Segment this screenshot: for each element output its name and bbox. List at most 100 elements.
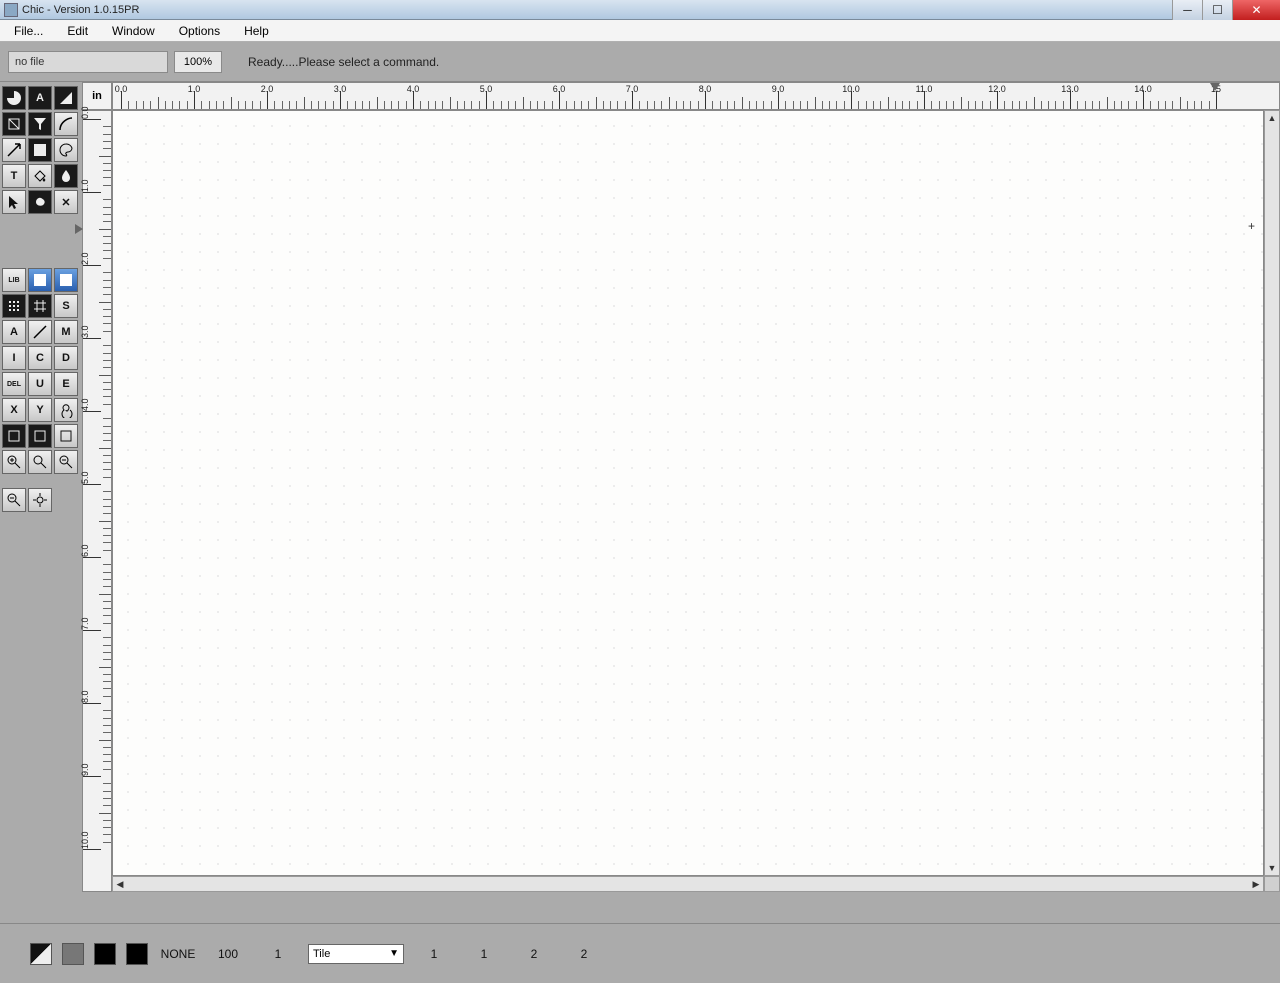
- drawing-canvas[interactable]: +: [112, 110, 1264, 876]
- vertical-scrollbar[interactable]: ▲ ▼: [1264, 110, 1280, 876]
- maximize-button[interactable]: ☐: [1202, 0, 1232, 20]
- d-button[interactable]: D: [54, 346, 78, 370]
- a-button[interactable]: A: [2, 320, 26, 344]
- s-button[interactable]: S: [54, 294, 78, 318]
- u-button[interactable]: U: [28, 372, 52, 396]
- pie-tool-icon[interactable]: [2, 86, 26, 110]
- c-button[interactable]: C: [28, 346, 52, 370]
- ruler-v-label: 7.0: [80, 617, 90, 630]
- app-icon: [4, 3, 18, 17]
- gradient-button[interactable]: [28, 268, 52, 292]
- ruler-h-label: 11.0: [916, 84, 933, 94]
- menu-edit[interactable]: Edit: [57, 22, 98, 40]
- ruler-v-label: 4.0: [80, 398, 90, 411]
- menu-bar: File... Edit Window Options Help: [0, 20, 1280, 42]
- none-label: NONE: [158, 947, 198, 961]
- bottom-val-5: 2: [514, 947, 554, 961]
- zoom-reset-button[interactable]: [28, 450, 52, 474]
- ruler-h-label: 13.0: [1061, 84, 1079, 94]
- scroll-left-icon[interactable]: ◀: [113, 877, 127, 891]
- right-triangle-tool-icon[interactable]: [54, 86, 78, 110]
- spiral-button[interactable]: [54, 398, 78, 422]
- status-text: Ready.....Please select a command.: [248, 55, 439, 69]
- ruler-h-label: 9.0: [772, 84, 785, 94]
- menu-help[interactable]: Help: [234, 22, 279, 40]
- toolbox: A T ✕ LIB S A M ICD DELUE XY: [0, 82, 82, 892]
- palette-tool-icon[interactable]: [54, 138, 78, 162]
- ruler-h-label: 1.0: [188, 84, 201, 94]
- text-a-tool-icon[interactable]: A: [28, 86, 52, 110]
- lib-button[interactable]: LIB: [2, 268, 26, 292]
- fill-square-tool-icon[interactable]: [28, 138, 52, 162]
- ruler-v-marker-icon[interactable]: [75, 224, 83, 234]
- ruler-h-label: 8.0: [699, 84, 712, 94]
- scroll-down-icon[interactable]: ▼: [1265, 861, 1279, 875]
- bottom-val-1: 100: [208, 947, 248, 961]
- minimize-button[interactable]: ─: [1172, 0, 1202, 20]
- window-title: Chic - Version 1.0.15PR: [22, 4, 139, 16]
- scroll-right-icon[interactable]: ▶: [1249, 877, 1263, 891]
- icon3-button[interactable]: [54, 424, 78, 448]
- grid-hash-button[interactable]: [28, 294, 52, 318]
- filename-field[interactable]: no file: [8, 51, 168, 73]
- ruler-v-label: 5.0: [80, 471, 90, 484]
- zoom-out-button[interactable]: [54, 450, 78, 474]
- close-button[interactable]: ✕: [1232, 0, 1280, 20]
- funnel-tool-icon[interactable]: [28, 112, 52, 136]
- curve-tool-icon[interactable]: [54, 112, 78, 136]
- scroll-corner: [1264, 876, 1280, 892]
- ruler-h-label: 2.0: [261, 84, 274, 94]
- y-button[interactable]: Y: [28, 398, 52, 422]
- bottom-val-2: 1: [258, 947, 298, 961]
- ruler-h-label: 10.0: [842, 84, 860, 94]
- ruler-h-label: 3.0: [334, 84, 347, 94]
- ruler-v-label: 0.0: [80, 106, 90, 119]
- menu-file[interactable]: File...: [4, 22, 53, 40]
- menu-options[interactable]: Options: [169, 22, 230, 40]
- info-bar: no file 100% Ready.....Please select a c…: [0, 42, 1280, 82]
- del-button[interactable]: DEL: [2, 372, 26, 396]
- blob-tool-icon[interactable]: [28, 190, 52, 214]
- ruler-h-marker-icon[interactable]: [1210, 83, 1220, 91]
- chevron-down-icon: ▼: [389, 948, 399, 959]
- scissors-tool-icon[interactable]: ✕: [54, 190, 78, 214]
- ruler-vertical[interactable]: 0.01.02.03.04.05.06.07.08.09.010.0: [82, 110, 112, 892]
- zoom-minus-button[interactable]: [2, 488, 26, 512]
- swatch-fg-icon[interactable]: [94, 943, 116, 965]
- pointer-tool-icon[interactable]: [2, 190, 26, 214]
- tile-dropdown[interactable]: Tile ▼: [308, 944, 404, 964]
- bucket-tool-icon[interactable]: [28, 164, 52, 188]
- ruler-v-label: 8.0: [80, 690, 90, 703]
- scroll-up-icon[interactable]: ▲: [1265, 111, 1279, 125]
- grid-dot-button[interactable]: [2, 294, 26, 318]
- ruler-v-label: 6.0: [80, 544, 90, 557]
- drop-tool-icon[interactable]: [54, 164, 78, 188]
- arrow-tool-icon[interactable]: [2, 138, 26, 162]
- menu-window[interactable]: Window: [102, 22, 165, 40]
- icon1-button[interactable]: [2, 424, 26, 448]
- swatch-gray-icon[interactable]: [62, 943, 84, 965]
- x-button[interactable]: X: [2, 398, 26, 422]
- tool-grid-secondary: LIB S A M ICD DELUE XY: [2, 268, 78, 474]
- tile-dropdown-label: Tile: [313, 948, 330, 960]
- i-button[interactable]: I: [2, 346, 26, 370]
- ruler-horizontal[interactable]: 0.01.02.03.04.05.06.07.08.09.010.011.012…: [112, 82, 1280, 110]
- bottom-val-6: 2: [564, 947, 604, 961]
- shape-tool-icon[interactable]: [2, 112, 26, 136]
- ruler-h-label: 7.0: [626, 84, 639, 94]
- solid-blue-button[interactable]: [54, 268, 78, 292]
- ruler-h-label: 4.0: [407, 84, 420, 94]
- bottom-bar: NONE 100 1 Tile ▼ 1 1 2 2: [0, 923, 1280, 983]
- diag-button[interactable]: [28, 320, 52, 344]
- zoom-in-button[interactable]: [2, 450, 26, 474]
- zoom-field[interactable]: 100%: [174, 51, 222, 73]
- text-tool-icon[interactable]: T: [2, 164, 26, 188]
- target-button[interactable]: [28, 488, 52, 512]
- tool-grid-primary: A T ✕: [2, 86, 78, 214]
- swatch-diag-icon[interactable]: [30, 943, 52, 965]
- icon2-button[interactable]: [28, 424, 52, 448]
- swatch-bg-icon[interactable]: [126, 943, 148, 965]
- horizontal-scrollbar[interactable]: ◀ ▶: [112, 876, 1264, 892]
- m-button[interactable]: M: [54, 320, 78, 344]
- e-button[interactable]: E: [54, 372, 78, 396]
